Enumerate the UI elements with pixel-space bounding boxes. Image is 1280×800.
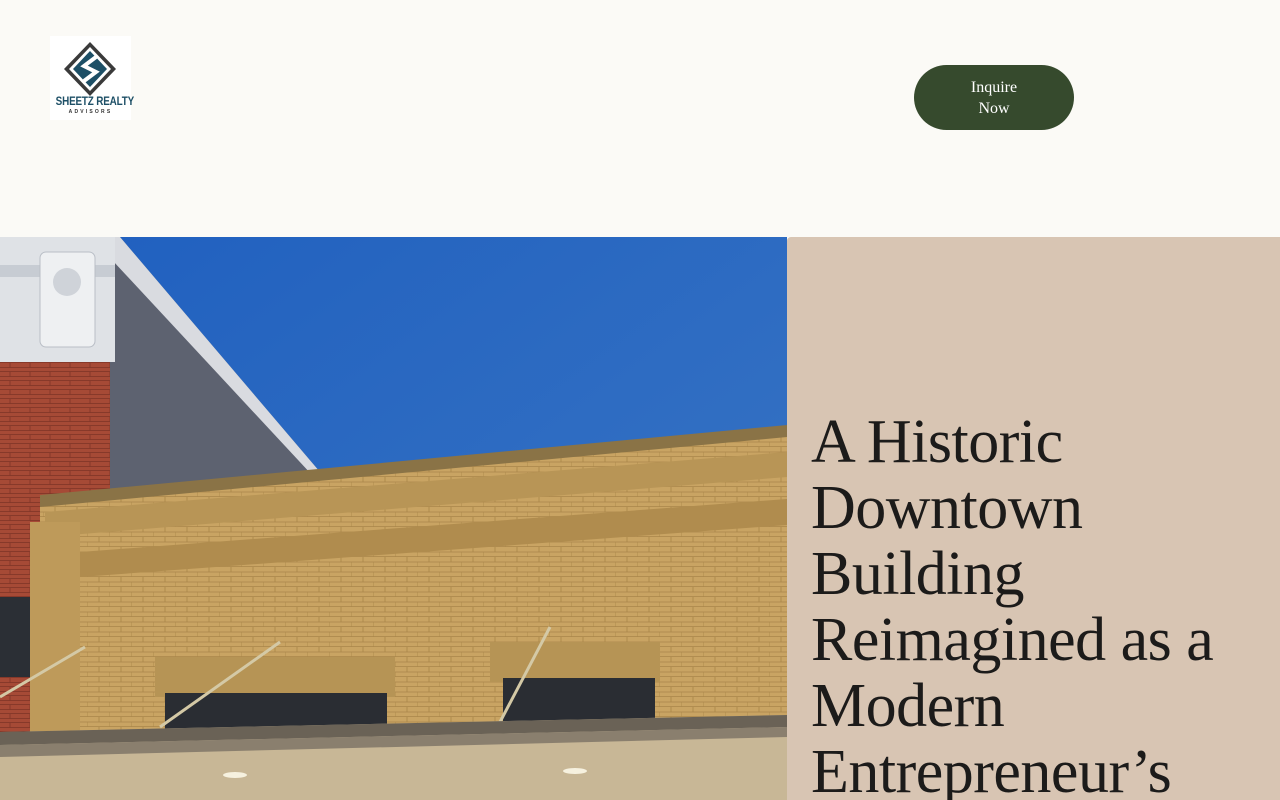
hero-building-photo [0,237,787,800]
logo-tagline: ADVISORS [68,109,113,115]
inquire-now-label: Inquire Now [970,78,1018,117]
site-logo[interactable]: SHEETZ REALTY ADVISORS [50,36,135,120]
hero-title: A Historic Downtown Building Reimagined … [811,408,1214,800]
hero-text-panel: A Historic Downtown Building Reimagined … [787,237,1280,800]
inquire-now-button[interactable]: Inquire Now [914,65,1074,130]
sheetz-realty-logo-icon [64,42,116,96]
site-header: SHEETZ REALTY ADVISORS Inquire Now [0,0,1280,237]
logo-wordmark: SHEETZ REALTY [55,96,135,108]
building-photo-illustration [0,237,787,800]
